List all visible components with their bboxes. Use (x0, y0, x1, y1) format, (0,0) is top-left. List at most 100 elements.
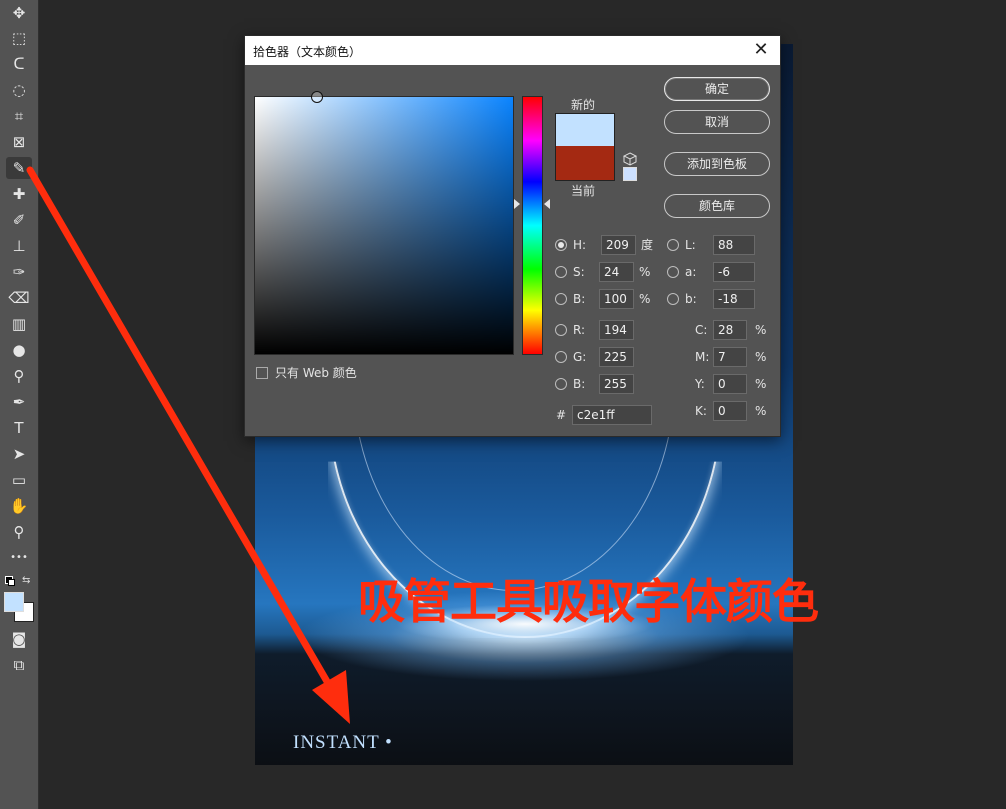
color-field[interactable] (254, 91, 514, 355)
crop-tool-icon[interactable]: ⌗ (6, 105, 32, 127)
move-tool-icon[interactable]: ✥ (6, 2, 32, 24)
web-safe-color-swatch[interactable] (623, 167, 637, 181)
lab-b-field[interactable]: -18 (713, 289, 755, 309)
lab-a-field[interactable]: -6 (713, 262, 755, 282)
brush-tool-icon[interactable]: ✐ (6, 209, 32, 231)
gradient-tool-icon[interactable]: ▥ (6, 313, 32, 335)
hex-row: # c2e1ff (556, 405, 656, 425)
black-unit: % (755, 404, 767, 418)
color-field-cursor[interactable] (311, 91, 323, 103)
cyan-row: C: 28 % (695, 320, 775, 340)
marquee-tool-icon[interactable]: ⬚ (6, 27, 32, 49)
yellow-row: Y: 0 % (695, 374, 775, 394)
hue-row: H: 209 度 (555, 235, 665, 255)
saturation-radio[interactable] (555, 266, 567, 278)
hue-radio[interactable] (555, 239, 567, 251)
rectangle-tool-icon[interactable]: ▭ (6, 469, 32, 491)
lab-l-row: L: 88 (667, 235, 767, 255)
cyan-field[interactable]: 28 (713, 320, 747, 340)
green-radio[interactable] (555, 351, 567, 363)
screen-mode-icon[interactable]: ⧉ (6, 654, 32, 676)
color-picker-dialog: 拾色器（文本颜色） ✕ 新的 当前 确定 取消 添加到色板 颜色库 H: 209… (244, 35, 781, 437)
lab-l-radio[interactable] (667, 239, 679, 251)
stamp-tool-icon[interactable]: ⊥ (6, 235, 32, 257)
cyan-label: C: (695, 323, 708, 337)
lab-b-radio[interactable] (667, 293, 679, 305)
hue-field[interactable]: 209 (601, 235, 636, 255)
lab-a-label: a: (685, 265, 697, 279)
saturation-unit: % (639, 265, 651, 279)
brightness-radio[interactable] (555, 293, 567, 305)
red-radio[interactable] (555, 324, 567, 336)
yellow-field[interactable]: 0 (713, 374, 747, 394)
swap-colors-icon[interactable]: ⇆ (22, 575, 30, 586)
new-color-swatch (555, 113, 615, 147)
zoom-tool-icon[interactable]: ⚲ (6, 521, 32, 543)
out-of-web-gamut-cube-icon[interactable] (623, 152, 637, 166)
green-label: G: (573, 350, 587, 364)
cancel-button[interactable]: 取消 (664, 110, 770, 134)
red-field[interactable]: 194 (599, 320, 634, 340)
magenta-field[interactable]: 7 (713, 347, 747, 367)
web-colors-only-checkbox[interactable] (256, 367, 268, 379)
magenta-label: M: (695, 350, 710, 364)
lab-a-row: a: -6 (667, 262, 767, 282)
yellow-label: Y: (695, 377, 705, 391)
new-color-label: 新的 (571, 98, 596, 112)
saturation-field[interactable]: 24 (599, 262, 634, 282)
more-tools-icon[interactable]: ••• (6, 547, 32, 569)
frame-tool-icon[interactable]: ⊠ (6, 131, 32, 153)
cyan-unit: % (755, 323, 767, 337)
type-tool-icon[interactable]: T (6, 417, 32, 439)
hue-slider-left-arrow-icon[interactable] (514, 199, 520, 209)
blue-field[interactable]: 255 (599, 374, 634, 394)
hue-unit: 度 (641, 238, 654, 252)
dialog-titlebar[interactable]: 拾色器（文本颜色） ✕ (245, 36, 780, 65)
color-libraries-button[interactable]: 颜色库 (664, 194, 770, 218)
default-colors-icon[interactable] (5, 576, 15, 586)
pen-tool-icon[interactable]: ✒ (6, 391, 32, 413)
blue-row: B: 255 (555, 374, 655, 394)
hand-tool-icon[interactable]: ✋ (6, 495, 32, 517)
eraser-tool-icon[interactable]: ⌫ (6, 287, 32, 309)
green-row: G: 225 (555, 347, 655, 367)
green-field[interactable]: 225 (599, 347, 634, 367)
current-color-label: 当前 (571, 184, 596, 198)
history-brush-tool-icon[interactable]: ✑ (6, 261, 32, 283)
blue-radio[interactable] (555, 378, 567, 390)
brightness-field[interactable]: 100 (599, 289, 634, 309)
healing-brush-tool-icon[interactable]: ✚ (6, 183, 32, 205)
lab-b-row: b: -18 (667, 289, 767, 309)
lab-b-label: b: (685, 292, 697, 306)
lasso-tool-icon[interactable]: ᑕ (6, 53, 32, 75)
hue-slider[interactable] (522, 96, 543, 355)
brightness-label: B: (573, 292, 586, 306)
dodge-tool-icon[interactable]: ⚲ (6, 365, 32, 387)
hex-field[interactable]: c2e1ff (572, 405, 652, 425)
hue-label: H: (573, 238, 587, 252)
blue-label: B: (573, 377, 586, 391)
black-row: K: 0 % (695, 401, 775, 421)
hue-slider-right-arrow-icon[interactable] (544, 199, 550, 209)
eyedropper-tool-icon[interactable]: ✎ (6, 157, 32, 179)
web-colors-only-label: 只有 Web 颜色 (275, 366, 357, 380)
close-icon[interactable]: ✕ (750, 39, 772, 61)
add-to-swatches-button[interactable]: 添加到色板 (664, 152, 770, 176)
magenta-unit: % (755, 350, 767, 364)
blur-tool-icon[interactable]: ● (6, 339, 32, 361)
quick-select-tool-icon[interactable]: ◌ (6, 79, 32, 101)
quick-mask-icon[interactable]: ◙ (6, 628, 32, 650)
foreground-color-swatch[interactable] (4, 592, 24, 612)
brightness-row: B: 100 % (555, 289, 665, 309)
saturation-label: S: (573, 265, 585, 279)
instant-text-layer[interactable]: INSTANT • (293, 732, 393, 754)
path-select-tool-icon[interactable]: ➤ (6, 443, 32, 465)
magenta-row: M: 7 % (695, 347, 775, 367)
current-color-swatch[interactable] (555, 146, 615, 181)
lab-l-field[interactable]: 88 (713, 235, 755, 255)
ok-button[interactable]: 确定 (664, 77, 770, 101)
brightness-unit: % (639, 292, 651, 306)
red-label: R: (573, 323, 586, 337)
black-field[interactable]: 0 (713, 401, 747, 421)
lab-a-radio[interactable] (667, 266, 679, 278)
